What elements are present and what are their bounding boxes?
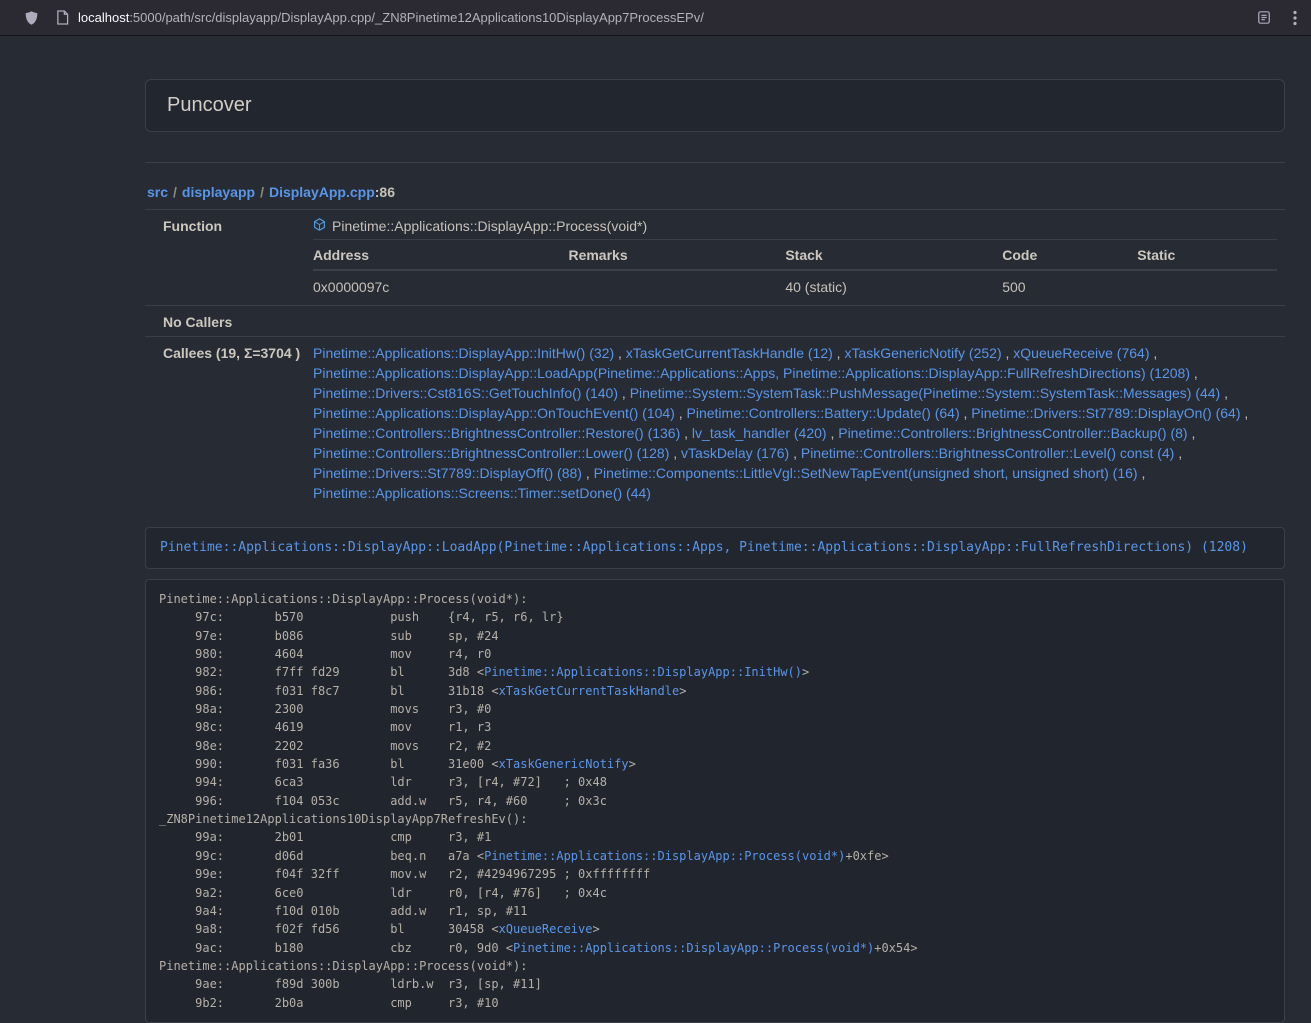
browser-toolbar: localhost:5000/path/src/displayapp/Displ… <box>0 0 1311 36</box>
callee-link[interactable]: Pinetime::Drivers::St7789::DisplayOn() (… <box>971 405 1240 421</box>
code-symbol-link[interactable]: Pinetime::Applications::DisplayApp::Init… <box>484 665 802 679</box>
callee-link[interactable]: vTaskDelay (176) <box>681 445 789 461</box>
url-path: :5000/path/src/displayapp/DisplayApp.cpp… <box>129 10 704 25</box>
stack-value: 40 (static) <box>785 270 1002 301</box>
callee-link[interactable]: Pinetime::System::SystemTask::PushMessag… <box>630 385 1221 401</box>
callee-link[interactable]: Pinetime::Drivers::St7789::DisplayOff() … <box>313 465 582 481</box>
code-value: 500 <box>1002 270 1137 301</box>
no-callers-label: No Callers <box>145 306 303 337</box>
callee-link[interactable]: Pinetime::Applications::DisplayApp::Load… <box>313 365 1190 381</box>
function-stats-table: Address Remarks Stack Code Static 0x0000… <box>313 239 1277 301</box>
callee-link[interactable]: Pinetime::Drivers::Cst816S::GetTouchInfo… <box>313 385 618 401</box>
page-title: Puncover <box>167 95 1263 116</box>
column-header-static: Static <box>1137 240 1277 271</box>
no-callers-row: No Callers <box>145 306 1285 337</box>
url-host: localhost <box>78 10 129 25</box>
function-table: Function Pinetime::Applications::Display… <box>145 209 1285 507</box>
breadcrumb-src-link[interactable]: src <box>147 184 168 200</box>
column-header-remarks: Remarks <box>568 240 785 271</box>
disassembly: Pinetime::Applications::DisplayApp::Proc… <box>145 579 1285 1023</box>
code-symbol-link[interactable]: xTaskGetCurrentTaskHandle <box>499 684 680 698</box>
page-title-box: Puncover <box>145 79 1285 132</box>
breadcrumb-file-link[interactable]: DisplayApp.cpp <box>269 184 375 200</box>
callee-link[interactable]: Pinetime::Controllers::BrightnessControl… <box>801 445 1174 461</box>
callee-link[interactable]: Pinetime::Applications::DisplayApp::OnTo… <box>313 405 675 421</box>
breadcrumb-separator: / <box>168 184 182 200</box>
callee-link[interactable]: Pinetime::Controllers::BrightnessControl… <box>313 445 669 461</box>
function-icon <box>313 216 326 236</box>
function-name: Pinetime::Applications::DisplayApp::Proc… <box>332 216 647 236</box>
code-symbol-link[interactable]: Pinetime::Applications::DisplayApp::Proc… <box>513 941 874 955</box>
code-symbol-link[interactable]: xQueueReceive <box>499 922 593 936</box>
address-bar[interactable]: localhost:5000/path/src/displayapp/Displ… <box>78 10 1257 25</box>
divider <box>145 162 1285 163</box>
remarks-value <box>568 270 785 301</box>
breadcrumb-line-number: :86 <box>375 184 395 200</box>
page-info-icon[interactable] <box>56 10 69 25</box>
callees-row: Callees (19, Σ=3704 ) Pinetime::Applicat… <box>145 337 1285 508</box>
menu-ellipsis-icon[interactable] <box>1293 10 1297 26</box>
function-row-label: Function <box>145 210 303 306</box>
callee-link[interactable]: Pinetime::Components::LittleVgl::SetNewT… <box>594 465 1138 481</box>
callee-link[interactable]: xTaskGenericNotify (252) <box>844 345 1001 361</box>
column-header-code: Code <box>1002 240 1137 271</box>
callee-link[interactable]: xTaskGetCurrentTaskHandle (12) <box>626 345 833 361</box>
code-symbol-link[interactable]: xTaskGenericNotify <box>499 757 629 771</box>
column-header-stack: Stack <box>785 240 1002 271</box>
callee-link[interactable]: Pinetime::Applications::Screens::Timer::… <box>313 485 651 501</box>
static-value <box>1137 270 1277 301</box>
callee-link[interactable]: Pinetime::Applications::DisplayApp::Init… <box>313 345 614 361</box>
symbol-header-link[interactable]: Pinetime::Applications::DisplayApp::Load… <box>160 540 1248 555</box>
tracking-protection-shield-icon[interactable] <box>24 10 39 26</box>
function-row: Function Pinetime::Applications::Display… <box>145 210 1285 306</box>
callees-list: Pinetime::Applications::DisplayApp::Init… <box>303 337 1285 508</box>
callee-link[interactable]: lv_task_handler (420) <box>692 425 827 441</box>
callee-link[interactable]: xQueueReceive (764) <box>1013 345 1149 361</box>
page-content: Puncover src/displayapp/DisplayApp.cpp:8… <box>145 79 1285 1023</box>
code-symbol-link[interactable]: Pinetime::Applications::DisplayApp::Proc… <box>484 849 845 863</box>
column-header-address: Address <box>313 240 568 271</box>
breadcrumb-separator: / <box>255 184 269 200</box>
callees-label: Callees (19, Σ=3704 ) <box>145 337 303 508</box>
breadcrumb: src/displayapp/DisplayApp.cpp:86 <box>147 184 1285 200</box>
reader-view-icon[interactable] <box>1257 10 1271 25</box>
symbol-header-box: Pinetime::Applications::DisplayApp::Load… <box>145 527 1285 569</box>
breadcrumb-dir-link[interactable]: displayapp <box>182 184 255 200</box>
callee-link[interactable]: Pinetime::Controllers::Battery::Update()… <box>687 405 960 421</box>
callee-link[interactable]: Pinetime::Controllers::BrightnessControl… <box>838 425 1187 441</box>
stats-header-row: Address Remarks Stack Code Static <box>313 240 1277 271</box>
address-value: 0x0000097c <box>313 270 568 301</box>
callee-link[interactable]: Pinetime::Controllers::BrightnessControl… <box>313 425 680 441</box>
stats-value-row: 0x0000097c 40 (static) 500 <box>313 270 1277 301</box>
